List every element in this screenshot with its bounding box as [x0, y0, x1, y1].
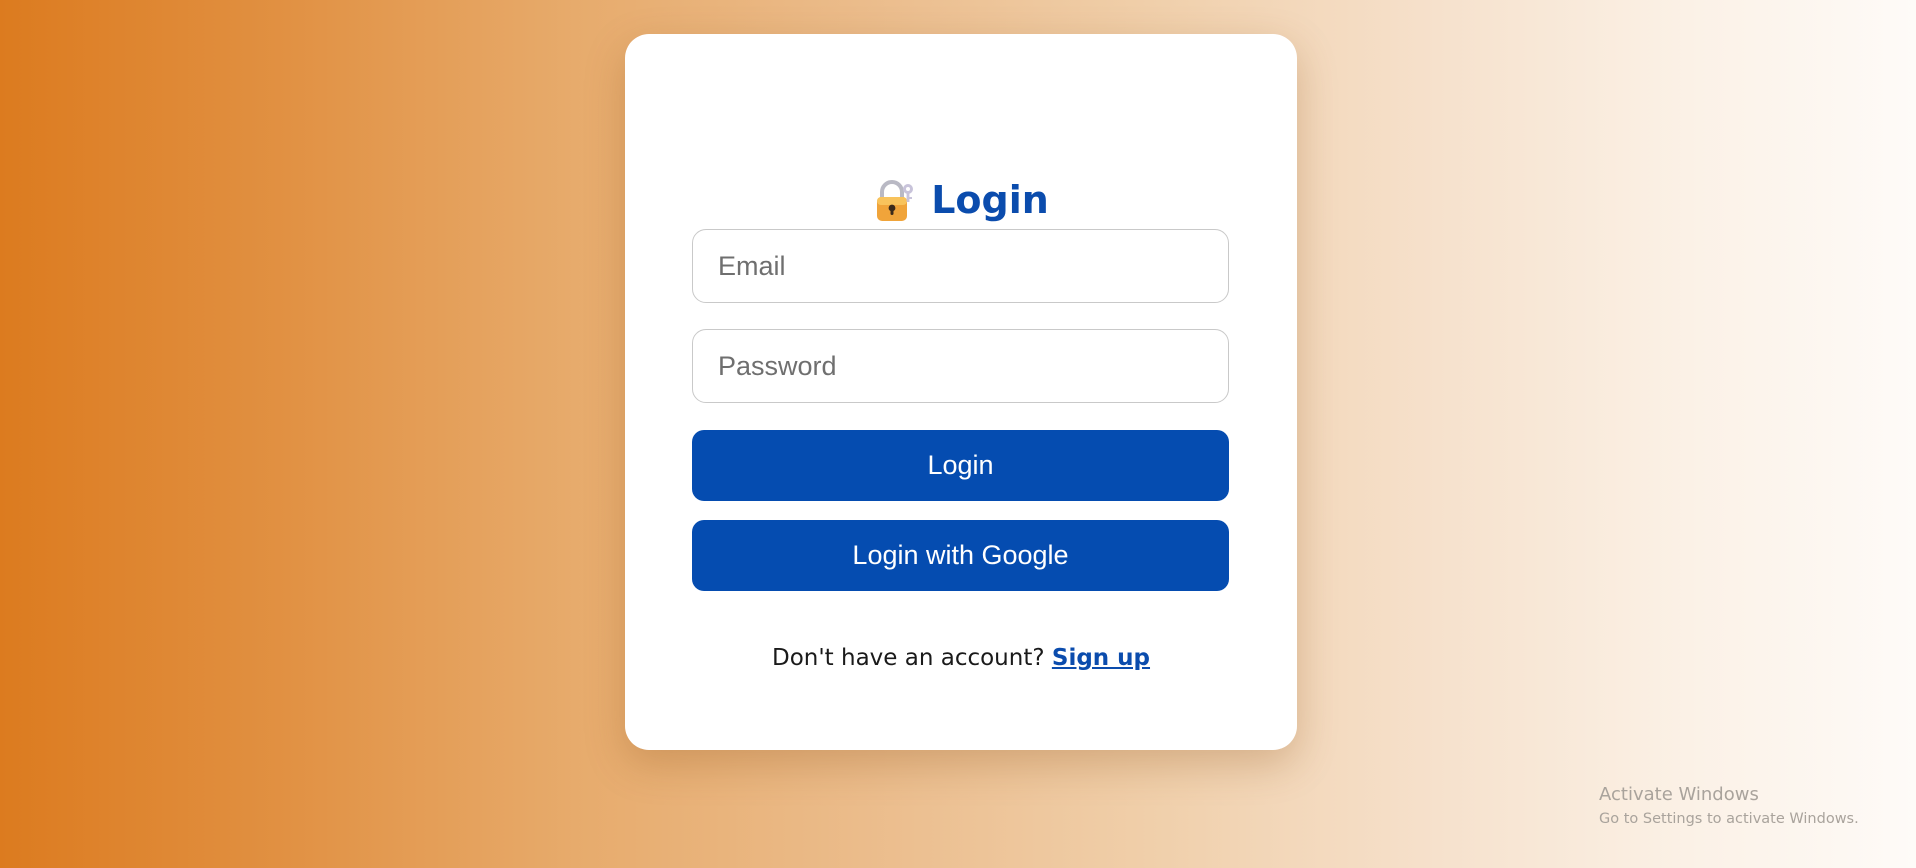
login-header: Login: [625, 172, 1297, 228]
login-with-google-button[interactable]: Login with Google: [692, 520, 1229, 591]
watermark-subtitle: Go to Settings to activate Windows.: [1599, 810, 1859, 827]
windows-activation-watermark: Activate Windows Go to Settings to activ…: [1599, 784, 1859, 828]
lock-with-key-icon: [877, 180, 914, 221]
login-button[interactable]: Login: [692, 430, 1229, 501]
signup-link[interactable]: Sign up: [1052, 645, 1150, 671]
email-field[interactable]: [692, 229, 1229, 303]
login-card: Login Login Login with Google Don't have…: [625, 34, 1297, 750]
signup-prompt-text: Don't have an account?: [771, 645, 1052, 671]
page-title: Login: [931, 178, 1049, 222]
watermark-title: Activate Windows: [1599, 784, 1759, 805]
password-field[interactable]: [692, 329, 1229, 403]
signup-prompt-row: Don't have an account? Sign up: [625, 645, 1297, 671]
